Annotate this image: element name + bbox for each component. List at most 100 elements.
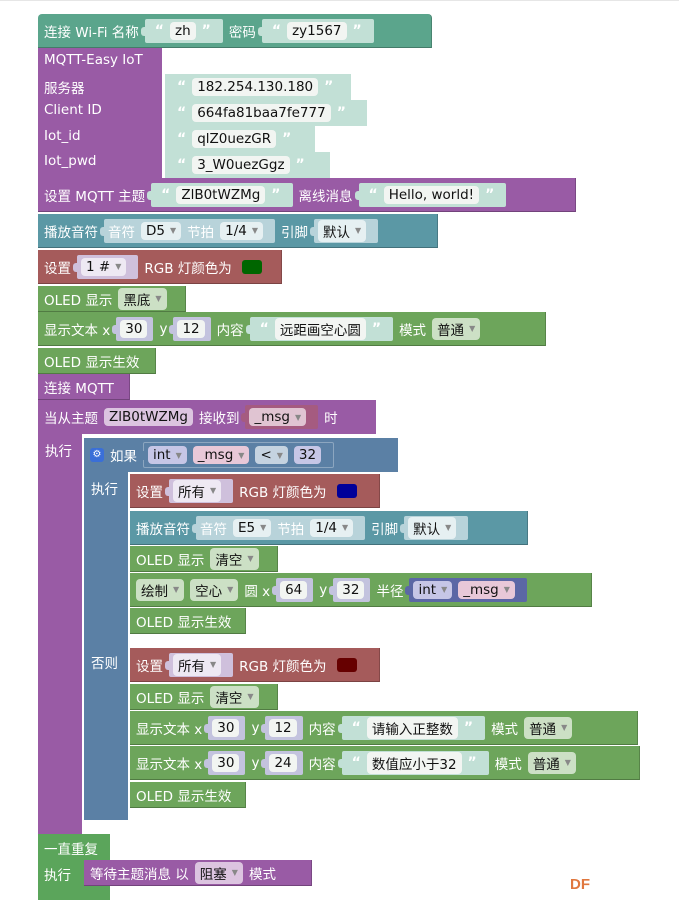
iotid-field[interactable]: qlZ0uezGR	[192, 130, 277, 148]
oled-show-block[interactable]: OLED 显示生效	[130, 782, 246, 808]
y-slot[interactable]: 12	[169, 316, 211, 341]
rgb-target-slot[interactable]: 1 # ▼	[72, 254, 139, 279]
oled-show-block[interactable]: OLED 显示生效	[38, 348, 156, 374]
y-field[interactable]: 12	[269, 718, 297, 737]
content-slot[interactable]: “远距画空心圆”	[245, 316, 394, 341]
compare-value-field[interactable]: 32	[293, 446, 322, 464]
cast-dropdown[interactable]: int ▼	[148, 446, 187, 464]
x-field[interactable]: 64	[280, 580, 308, 599]
content-field[interactable]: 请输入正整数	[366, 716, 458, 739]
note-slot[interactable]: 音符 D5 ▼ 节拍 1/4 ▼	[99, 218, 276, 243]
draw-dropdown[interactable]: 绘制 ▼	[136, 578, 185, 601]
pin-dropdown[interactable]: 默认 ▼	[408, 516, 457, 539]
fill-dropdown[interactable]: 空心 ▼	[190, 578, 239, 601]
x-slot[interactable]: 30	[204, 750, 246, 775]
y-field[interactable]: 32	[337, 580, 365, 599]
oled-display-block[interactable]: OLED 显示 黑底 ▼	[38, 286, 186, 312]
iotpwd-slot[interactable]: “3_W0uezGgz”	[165, 152, 330, 178]
set-rgb-block[interactable]: 设置 所有 ▼ RGB 灯颜色为	[130, 648, 380, 682]
pwd-field[interactable]: zy1567	[287, 21, 347, 40]
pin-slot[interactable]: 默认 ▼	[400, 515, 469, 540]
rgb-target-dropdown[interactable]: 所有 ▼	[173, 653, 222, 676]
content-field[interactable]: 数值应小于32	[366, 751, 462, 774]
set-rgb-block[interactable]: 设置 所有 ▼ RGB 灯颜色为	[130, 474, 380, 508]
server-field[interactable]: 182.254.130.180	[192, 78, 319, 96]
topic-field[interactable]: ZlB0tWZMg	[176, 185, 266, 204]
rgb-target-slot[interactable]: 所有 ▼	[164, 478, 234, 503]
note-dropdown[interactable]: D5 ▼	[141, 221, 182, 240]
var-dropdown[interactable]: _msg ▼	[192, 446, 250, 464]
draw-circle-block[interactable]: 绘制 ▼ 空心 ▼ 圆 x 64 y 32 半径 int ▼ _msg ▼	[130, 573, 592, 607]
topic-name-field[interactable]: ZlB0tWZMg	[104, 408, 193, 426]
color-swatch[interactable]	[336, 657, 357, 672]
condition-slot[interactable]: int ▼ _msg ▼ < ▼ 32	[139, 442, 335, 468]
y-slot[interactable]: 24	[261, 750, 303, 775]
beat-dropdown[interactable]: 1/4 ▼	[310, 518, 354, 537]
mode-dropdown[interactable]: 普通 ▼	[527, 751, 576, 774]
mode-dropdown[interactable]: 普通 ▼	[432, 317, 481, 340]
show-text-block[interactable]: 显示文本 x 30 y 12 内容 “远距画空心圆” 模式 普通 ▼	[38, 312, 546, 346]
show-text-block[interactable]: 显示文本 x 30 y 24 内容 “数值应小于32” 模式 普通 ▼	[130, 746, 640, 780]
y-slot[interactable]: 32	[329, 577, 371, 602]
connect-mqtt-block[interactable]: 连接 MQTT	[38, 374, 130, 400]
ssid-field[interactable]: zh	[170, 21, 196, 40]
on-message-block[interactable]: 当从主题 ZlB0tWZMg 接收到 _msg ▼ 时	[38, 400, 376, 434]
x-slot[interactable]: 30	[204, 715, 246, 740]
server-slot[interactable]: “182.254.130.180”	[165, 74, 351, 100]
play-tone-block[interactable]: 播放音符 音符 E5 ▼ 节拍 1/4 ▼ 引脚 默认 ▼	[130, 511, 528, 545]
x-field[interactable]: 30	[120, 319, 148, 338]
gear-icon[interactable]: ⚙	[90, 448, 104, 462]
wait-mode-dropdown[interactable]: 阻塞 ▼	[194, 861, 243, 884]
oled-show-block[interactable]: OLED 显示生效	[130, 608, 246, 634]
mode-dropdown[interactable]: 普通 ▼	[524, 716, 573, 739]
offline-slot[interactable]: “Hello, world!”	[354, 182, 507, 207]
x-field[interactable]: 30	[212, 753, 240, 772]
y-field[interactable]: 12	[177, 319, 205, 338]
pin-dropdown[interactable]: 默认 ▼	[318, 219, 367, 242]
msg-var-slot[interactable]: _msg ▼	[241, 405, 319, 429]
iotid-slot[interactable]: “qlZ0uezGR”	[165, 126, 315, 152]
show-text-block[interactable]: 显示文本 x 30 y 12 内容 “请输入正整数” 模式 普通 ▼	[130, 711, 638, 745]
rgb-target-dropdown[interactable]: 1 # ▼	[81, 257, 127, 276]
client-slot[interactable]: “664fa81baa7fe777”	[165, 100, 367, 126]
pin-slot[interactable]: 默认 ▼	[310, 218, 379, 243]
rgb-target-dropdown[interactable]: 所有 ▼	[173, 479, 222, 502]
cast-dropdown[interactable]: int ▼	[413, 580, 453, 599]
color-swatch[interactable]	[241, 259, 262, 274]
wait-message-block[interactable]: 等待主题消息 以 阻塞 ▼ 模式	[84, 860, 312, 886]
x-slot[interactable]: 64	[272, 577, 314, 602]
pwd-slot[interactable]: “zy1567”	[257, 18, 374, 43]
wifi-connect-block[interactable]: 连接 Wi-Fi 名称 “zh” 密码 “zy1567”	[38, 14, 432, 48]
ssid-slot[interactable]: “zh”	[140, 18, 223, 43]
note-slot[interactable]: 音符 E5 ▼ 节拍 1/4 ▼	[191, 515, 366, 540]
set-rgb-block[interactable]: 设置 1 # ▼ RGB 灯颜色为	[38, 250, 282, 284]
mqtt-setup-block[interactable]: MQTT-Easy IoT 服务器 Client ID Iot_id Iot_p…	[38, 48, 162, 178]
if-block[interactable]: ⚙ 如果 int ▼ _msg ▼ < ▼ 32	[84, 438, 398, 472]
topic-slot[interactable]: “ZlB0tWZMg”	[147, 182, 293, 207]
y-field[interactable]: 24	[269, 753, 297, 772]
x-slot[interactable]: 30	[112, 316, 154, 341]
color-swatch[interactable]	[336, 483, 357, 498]
var-dropdown[interactable]: _msg ▼	[458, 580, 515, 599]
offline-field[interactable]: Hello, world!	[383, 185, 480, 204]
content-slot[interactable]: “数值应小于32”	[337, 750, 489, 775]
x-field[interactable]: 30	[212, 718, 240, 737]
rgb-target-slot[interactable]: 所有 ▼	[164, 652, 234, 677]
y-slot[interactable]: 12	[261, 715, 303, 740]
msg-var-dropdown[interactable]: _msg ▼	[249, 408, 307, 426]
beat-dropdown[interactable]: 1/4 ▼	[220, 221, 264, 240]
op-dropdown[interactable]: < ▼	[255, 446, 288, 464]
content-slot[interactable]: “请输入正整数”	[337, 715, 486, 740]
client-field[interactable]: 664fa81baa7fe777	[192, 104, 331, 122]
oled-display-block[interactable]: OLED 显示 清空 ▼	[130, 546, 278, 572]
play-tone-block[interactable]: 播放音符 音符 D5 ▼ 节拍 1/4 ▼ 引脚 默认 ▼	[38, 214, 438, 248]
oled-mode-dropdown[interactable]: 黑底 ▼	[118, 287, 167, 310]
radius-slot[interactable]: int ▼ _msg ▼	[405, 577, 527, 602]
note-dropdown[interactable]: E5 ▼	[233, 518, 272, 537]
iotpwd-field[interactable]: 3_W0uezGgz	[192, 156, 290, 174]
oled-display-block[interactable]: OLED 显示 清空 ▼	[130, 684, 278, 710]
content-field[interactable]: 远距画空心圆	[274, 317, 366, 340]
oled-mode-dropdown[interactable]: 清空 ▼	[210, 547, 259, 570]
oled-mode-dropdown[interactable]: 清空 ▼	[210, 685, 259, 708]
set-topic-block[interactable]: 设置 MQTT 主题 “ZlB0tWZMg” 离线消息 “Hello, worl…	[38, 178, 576, 212]
